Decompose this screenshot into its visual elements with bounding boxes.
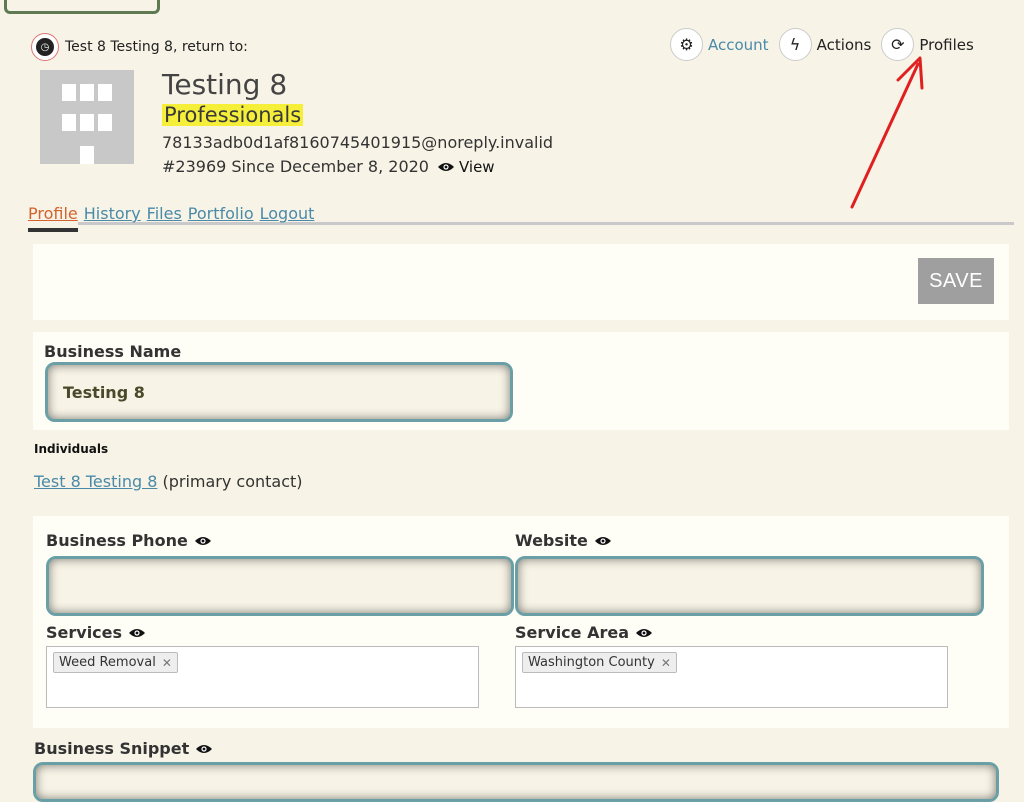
- page-title: Testing 8: [162, 68, 288, 101]
- tab-profile[interactable]: Profile: [28, 204, 78, 234]
- save-panel: SAVE: [33, 244, 1009, 320]
- service-area-label-text: Service Area: [515, 623, 630, 642]
- profile-email: 78133adb0d1af8160745401915@noreply.inval…: [162, 133, 554, 152]
- individuals-line: Test 8 Testing 8 (primary contact): [34, 472, 303, 491]
- profile-tabs: Profile History Files Portfolio Logout: [28, 204, 1014, 234]
- tab-history[interactable]: History: [84, 204, 141, 234]
- details-panel: Business Phone Website Services Service …: [33, 516, 1009, 728]
- profiles-label: Profiles: [919, 35, 974, 54]
- eye-icon: [194, 536, 211, 545]
- actions-label: Actions: [816, 35, 872, 54]
- individuals-heading: Individuals: [34, 442, 109, 456]
- services-label: Services: [46, 623, 150, 642]
- profiles-action[interactable]: ⟳ Profiles: [881, 28, 974, 61]
- business-snippet-label-text: Business Snippet: [34, 739, 190, 758]
- business-phone-label-text: Business Phone: [46, 531, 188, 550]
- business-name-input[interactable]: Testing 8: [45, 362, 513, 422]
- services-tag-label: Weed Removal: [59, 655, 156, 670]
- website-label: Website: [515, 531, 616, 550]
- service-area-tag-label: Washington County: [528, 655, 655, 670]
- tab-files[interactable]: Files: [147, 204, 182, 234]
- profile-since: #23969 Since December 8, 2020 View: [162, 157, 495, 176]
- top-tab-stub: [4, 0, 160, 14]
- return-icon[interactable]: ◷: [31, 33, 59, 61]
- eye-icon: [437, 162, 454, 171]
- service-area-select[interactable]: Washington County ✕: [515, 646, 948, 708]
- bolt-icon: ϟ: [778, 28, 812, 61]
- top-actions: ⚙ Account ϟ Actions ⟳ Profiles: [670, 28, 984, 61]
- building-icon: [40, 70, 134, 164]
- contact-link[interactable]: Test 8 Testing 8: [34, 472, 157, 491]
- eye-icon: [129, 628, 146, 637]
- remove-tag-icon[interactable]: ✕: [162, 656, 172, 670]
- gear-icon: ⚙: [670, 28, 703, 61]
- tab-logout[interactable]: Logout: [260, 204, 315, 234]
- view-label: View: [458, 157, 495, 176]
- since-text: #23969 Since December 8, 2020: [162, 157, 429, 176]
- service-area-label: Service Area: [515, 623, 657, 642]
- service-area-tag[interactable]: Washington County ✕: [522, 652, 677, 673]
- services-tag[interactable]: Weed Removal ✕: [53, 652, 178, 673]
- contact-role: (primary contact): [162, 472, 303, 491]
- business-snippet-input[interactable]: [33, 762, 999, 802]
- return-text: Test 8 Testing 8, return to:: [65, 39, 248, 55]
- website-input[interactable]: [515, 556, 984, 616]
- services-select[interactable]: Weed Removal ✕: [46, 646, 479, 708]
- topbar: ◷ Test 8 Testing 8, return to: ⚙ Account…: [0, 22, 1024, 68]
- actions-action[interactable]: ϟ Actions: [778, 28, 872, 61]
- account-action[interactable]: ⚙ Account: [670, 28, 769, 61]
- remove-tag-icon[interactable]: ✕: [661, 656, 671, 670]
- tab-portfolio[interactable]: Portfolio: [188, 204, 254, 234]
- eye-icon: [636, 628, 653, 637]
- eye-icon: [594, 536, 611, 545]
- account-label: Account: [708, 35, 769, 54]
- website-label-text: Website: [515, 531, 588, 550]
- business-name-panel: Business Name Testing 8: [33, 332, 1009, 430]
- category-label: Professionals: [162, 103, 304, 127]
- business-phone-label: Business Phone: [46, 531, 216, 550]
- services-label-text: Services: [46, 623, 123, 642]
- eye-icon: [196, 744, 213, 753]
- business-name-label: Business Name: [44, 342, 182, 361]
- return-line: ◷ Test 8 Testing 8, return to:: [31, 33, 248, 61]
- business-snippet-label: Business Snippet: [34, 739, 217, 758]
- save-button[interactable]: SAVE: [918, 258, 994, 304]
- refresh-icon: ⟳: [881, 28, 915, 61]
- business-phone-input[interactable]: [46, 556, 514, 616]
- view-link[interactable]: View: [437, 158, 495, 176]
